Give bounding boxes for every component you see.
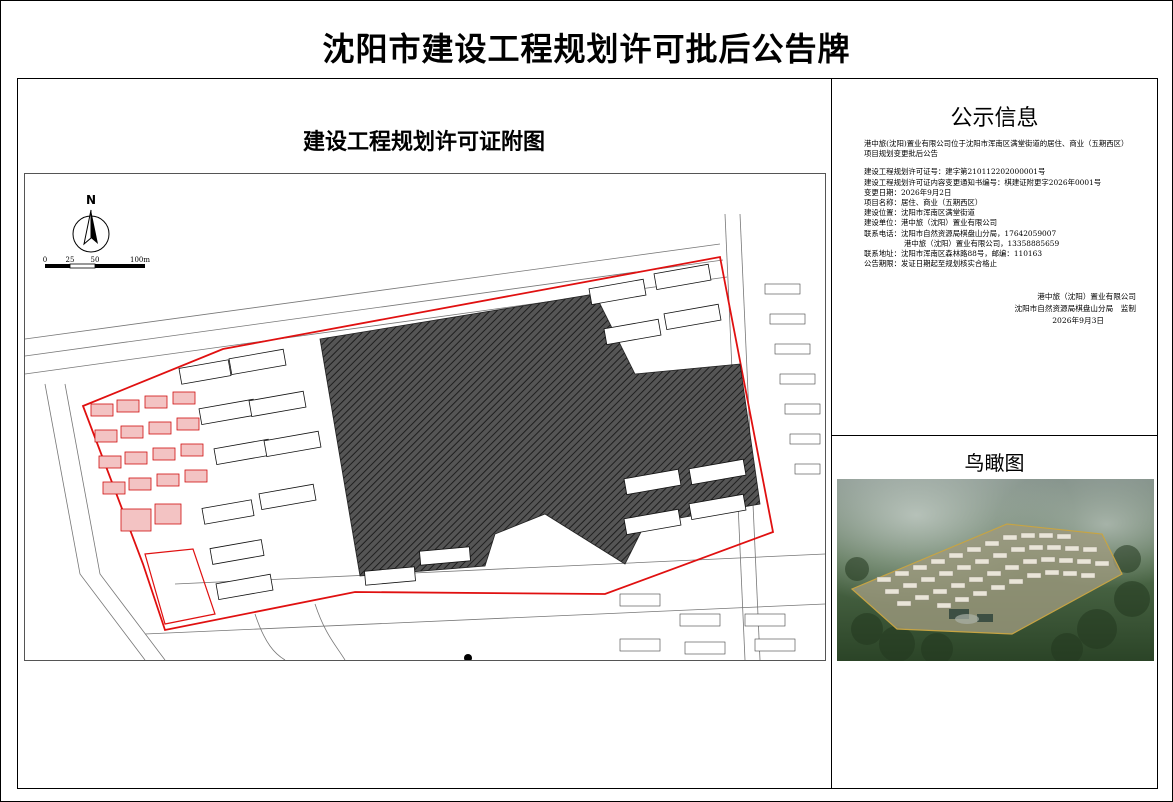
info-line-project: 项目名称：居住、商业（五期西区） (864, 198, 983, 208)
page-title: 沈阳市建设工程规划许可批后公告牌 (322, 30, 851, 68)
info-text: 港中旅(沈阳)置业有限公司位于沈阳市浑南区满堂街道的居住、商业（五期西区）项目规… (864, 139, 1134, 269)
signature-block: 港中旅（沈阳）置业有限公司 沈阳市自然资源局棋盘山分局 监制 2026年9月3日 (964, 291, 1137, 327)
villa-cluster (90, 391, 208, 532)
scale-label-0: 0 (43, 256, 47, 264)
site-plan-map: N 0 25 50 100m (24, 173, 826, 661)
aerial-title: 鸟瞰图 (964, 451, 1025, 475)
scale-bar (45, 263, 145, 269)
signature-date: 2026年9月3日 (1052, 316, 1104, 325)
info-line-date: 变更日期：2026年9月2日 (864, 187, 952, 197)
map-title: 建设工程规划许可证附图 (302, 130, 545, 155)
info-line-phone-2: 港中旅（沈阳）置业有限公司，13358885659 (904, 238, 1060, 248)
info-intro: 港中旅(沈阳)置业有限公司位于沈阳市浑南区满堂街道的居住、商业（五期西区）项目规… (864, 139, 1129, 159)
scale-label-100: 100m (130, 256, 150, 264)
aerial-image (837, 479, 1154, 661)
info-line-phone: 联系电话：沈阳市自然资源局棋盘山分局，17642059007 (864, 228, 1057, 238)
info-line-location: 建设位置：沈阳市浑南区满堂街道 (864, 208, 975, 218)
secondary-boundary (144, 548, 216, 625)
info-line-builder: 建设单位：港中旅（沈阳）置业有限公司 (864, 218, 998, 228)
hatched-buildings-area (319, 293, 761, 577)
signature-company: 港中旅（沈阳）置业有限公司 (1037, 292, 1136, 301)
signature-bureau: 沈阳市自然资源局棋盘山分局 监制 (1014, 304, 1137, 313)
scale-label-50: 50 (91, 256, 100, 264)
info-line-permit: 建设工程规划许可证号：建字第210112202000001号 (864, 167, 1046, 177)
vertical-divider (831, 78, 832, 789)
info-title: 公示信息 (950, 106, 1039, 131)
map-marker (464, 654, 472, 660)
north-label: N (86, 193, 96, 207)
info-line-address: 联系地址：沈阳市浑南区森林路88号，邮编：110163 (864, 249, 1043, 259)
scale-label-25: 25 (66, 256, 75, 264)
info-line-notice: 建设工程规划许可证内容变更通知书编号：棋建证附更字2026年0001号 (864, 177, 1102, 187)
info-line-period: 公告期限：发证日期起至规划核实合格止 (864, 259, 998, 269)
north-arrow (72, 209, 110, 253)
horizontal-divider (831, 435, 1158, 436)
